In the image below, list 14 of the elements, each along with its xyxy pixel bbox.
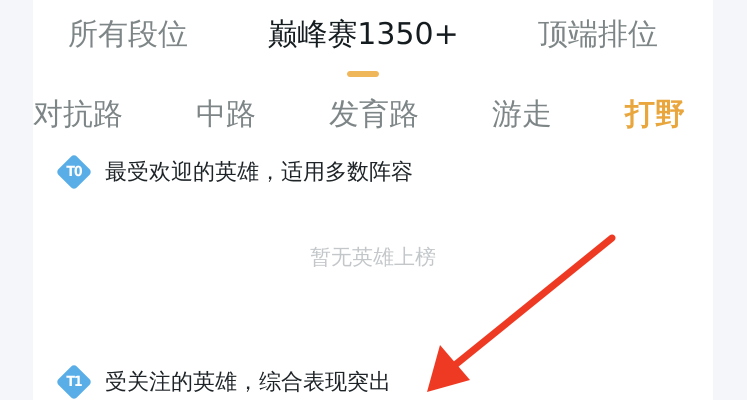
rank-tab[interactable]: 所有段位 xyxy=(68,14,188,84)
selected-tab-indicator xyxy=(346,71,379,77)
lane-tab[interactable]: 打野 xyxy=(625,94,685,134)
rank-tab[interactable]: 巅峰赛1350+ xyxy=(267,14,459,84)
tier-badge: T1 xyxy=(55,363,93,400)
empty-message: 暂无英雄上榜 xyxy=(310,245,436,269)
lane-tab[interactable]: 对抗路 xyxy=(33,94,123,134)
tier-badge: T0 xyxy=(55,153,93,191)
lane-tab[interactable]: 发育路 xyxy=(329,94,419,134)
lane-tab[interactable]: 游走 xyxy=(492,94,552,134)
rank-tab[interactable]: 顶端排位 xyxy=(538,14,658,84)
lane-tab[interactable]: 中路 xyxy=(196,94,256,134)
tier-description: 受关注的英雄，综合表现突出 xyxy=(105,369,391,397)
tier-description: 最受欢迎的英雄，适用多数阵容 xyxy=(105,159,413,187)
